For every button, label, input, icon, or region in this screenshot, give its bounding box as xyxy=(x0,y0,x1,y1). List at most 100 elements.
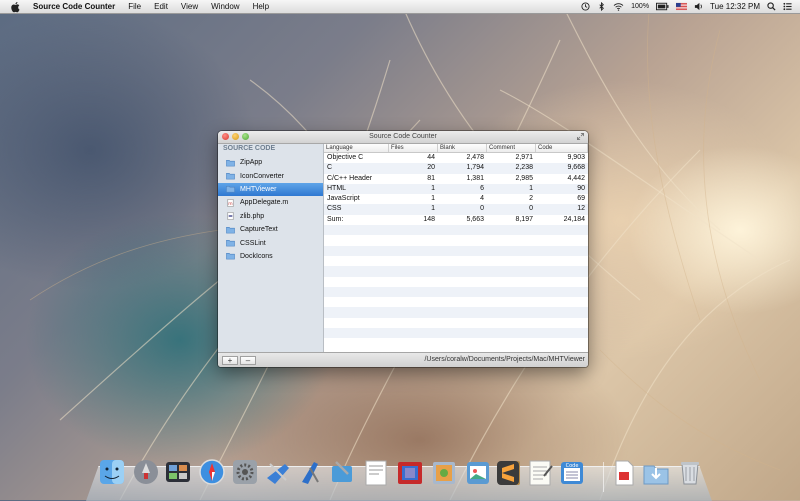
battery-percent: 100% xyxy=(631,3,650,10)
table-row[interactable]: C 20 1,794 2,238 9,668 xyxy=(324,163,588,174)
column-header-comment[interactable]: Comment xyxy=(487,144,536,152)
table-row[interactable]: JavaScript 1 4 2 69 xyxy=(324,194,588,204)
empty-row xyxy=(324,286,588,298)
empty-row xyxy=(324,328,588,339)
sidebar-item[interactable]: DockIcons xyxy=(218,250,323,263)
minimize-window-button[interactable] xyxy=(232,133,239,140)
source-code-counter-window: Source Code Counter SOURCE CODE ZipApp Ic… xyxy=(218,131,588,367)
column-header-code[interactable]: Code xyxy=(536,144,588,152)
table-cell: 148 xyxy=(423,215,435,223)
table-cell: 90 xyxy=(577,184,585,192)
notification-center-icon[interactable] xyxy=(783,2,792,11)
table-cell: CSS xyxy=(327,205,342,213)
table-cell: 81 xyxy=(427,174,435,182)
folder-icon xyxy=(226,173,235,180)
sublime-text-icon[interactable] xyxy=(494,458,522,488)
close-window-button[interactable] xyxy=(222,133,229,140)
table-cell: 2,971 xyxy=(515,154,533,161)
us-flag-icon[interactable] xyxy=(676,2,688,11)
sidebar-item-label: MHTViewer xyxy=(240,185,277,193)
photo-booth-icon[interactable] xyxy=(396,458,424,488)
sidebar-item[interactable]: ZipApp xyxy=(218,156,323,169)
iphoto-icon[interactable] xyxy=(464,458,492,488)
downloads-folder-icon[interactable] xyxy=(642,458,670,488)
books-icon[interactable] xyxy=(430,458,458,488)
document-icon[interactable] xyxy=(610,458,638,488)
table-row[interactable]: Sum: 148 5,663 8,197 24,184 xyxy=(324,215,588,225)
table-body: Objective C 44 2,478 2,971 9,903 C 20 1,794 2,23… xyxy=(324,153,588,349)
sidebar-item[interactable]: m AppDelegate.m xyxy=(218,196,323,209)
menu-edit[interactable]: Edit xyxy=(154,2,168,11)
volume-icon[interactable] xyxy=(694,2,703,11)
finder-icon[interactable] xyxy=(98,458,126,488)
results-table: Language Files Blank Comment Code Object… xyxy=(324,144,588,352)
xcode-icon[interactable] xyxy=(264,458,292,488)
zoom-window-button[interactable] xyxy=(242,133,249,140)
table-cell: 2,238 xyxy=(515,164,533,172)
column-header-blank[interactable]: Blank xyxy=(438,144,487,152)
sidebar-item[interactable]: zlib.php xyxy=(218,210,323,223)
sidebar-item[interactable]: CaptureText xyxy=(218,223,323,236)
column-header-files[interactable]: Files xyxy=(389,144,438,152)
menu-help[interactable]: Help xyxy=(253,2,269,11)
menu-view[interactable]: View xyxy=(181,2,198,11)
add-button[interactable]: + xyxy=(222,356,238,365)
window-titlebar[interactable]: Source Code Counter xyxy=(218,131,588,144)
empty-row xyxy=(324,256,588,266)
bluetooth-icon[interactable] xyxy=(597,2,606,11)
textedit-icon[interactable] xyxy=(526,458,554,488)
sidebar-header: SOURCE CODE xyxy=(223,145,276,152)
table-cell: Sum: xyxy=(327,215,344,223)
table-cell: 0 xyxy=(480,205,484,213)
table-cell: 6 xyxy=(480,184,484,192)
wifi-icon[interactable] xyxy=(613,2,624,11)
table-header: Language Files Blank Comment Code xyxy=(324,144,588,153)
apple-menu-icon[interactable] xyxy=(10,1,22,13)
preview-icon[interactable] xyxy=(362,458,390,488)
table-cell: 1 xyxy=(431,184,435,192)
menu-window[interactable]: Window xyxy=(211,2,239,11)
spotlight-icon[interactable] xyxy=(767,2,776,11)
sidebar-item-label: AppDelegate.m xyxy=(240,199,289,207)
table-cell: 4,442 xyxy=(567,174,585,182)
table-cell: HTML xyxy=(327,184,347,192)
table-cell: 1,794 xyxy=(466,164,484,172)
table-row[interactable]: CSS 1 0 0 12 xyxy=(324,204,588,215)
menu-file[interactable]: File xyxy=(128,2,141,11)
sidebar-item[interactable]: MHTViewer xyxy=(218,182,323,197)
table-cell: 2,478 xyxy=(466,154,484,161)
source-code-counter-icon[interactable]: Code xyxy=(558,458,586,488)
dock-icons: @Code xyxy=(98,458,708,496)
table-cell: 1 xyxy=(431,205,435,213)
trash-icon[interactable] xyxy=(676,458,704,488)
safari-icon[interactable] xyxy=(198,458,226,488)
time-machine-icon[interactable] xyxy=(581,2,590,11)
sidebar-item[interactable]: IconConverter xyxy=(218,169,323,182)
table-row[interactable]: HTML 1 6 1 90 xyxy=(324,183,588,195)
menubar-clock[interactable]: Tue 12:32 PM xyxy=(710,2,760,11)
table-cell: 1 xyxy=(529,184,533,192)
app-menu[interactable]: Source Code Counter xyxy=(33,2,115,11)
table-cell: 9,668 xyxy=(567,164,585,172)
mission-control-icon[interactable] xyxy=(164,458,192,488)
table-cell: 8,197 xyxy=(515,215,533,223)
developer-tool-icon[interactable] xyxy=(328,458,356,488)
php-file-icon xyxy=(227,212,234,221)
launchpad-icon[interactable] xyxy=(132,458,160,488)
table-cell: 0 xyxy=(529,205,533,213)
folder-icon xyxy=(226,253,235,260)
table-cell: 2,985 xyxy=(515,174,533,182)
system-preferences-icon[interactable] xyxy=(231,458,259,488)
window-title: Source Code Counter xyxy=(369,133,437,140)
sidebar-item[interactable]: CSSLint xyxy=(218,236,323,249)
table-cell: 20 xyxy=(427,164,435,172)
instruments-icon[interactable] xyxy=(296,458,324,488)
column-header-language[interactable]: Language xyxy=(324,144,389,152)
remove-button[interactable]: – xyxy=(240,356,256,365)
fullscreen-icon[interactable] xyxy=(577,133,584,140)
table-row[interactable]: Objective C 44 2,478 2,971 9,903 xyxy=(324,153,588,163)
empty-row xyxy=(324,297,588,307)
battery-icon[interactable] xyxy=(656,2,669,11)
table-row[interactable]: C/C++ Header 81 1,381 2,985 4,442 xyxy=(324,174,588,184)
table-cell: C xyxy=(327,164,333,172)
